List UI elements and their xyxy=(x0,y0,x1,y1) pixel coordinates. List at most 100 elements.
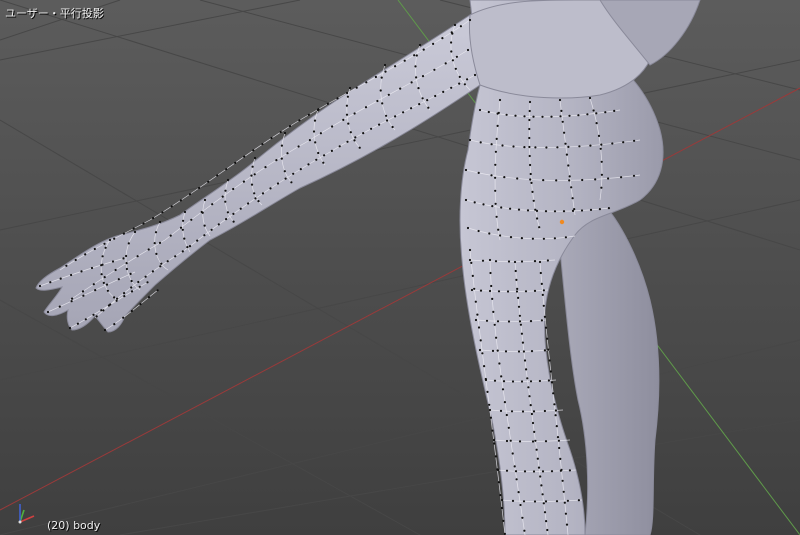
mesh-vertex xyxy=(611,142,614,145)
mesh-vertex xyxy=(519,323,523,326)
mesh-vertex xyxy=(542,237,546,240)
mesh-vertex xyxy=(181,228,184,231)
mesh-vertex xyxy=(570,186,573,189)
mesh-vertex xyxy=(261,143,264,146)
mesh-vertex xyxy=(111,260,115,263)
mesh-vertex xyxy=(600,143,603,146)
mesh-vertex xyxy=(253,156,257,160)
mesh-vertex xyxy=(284,177,287,180)
mesh-vertex xyxy=(559,115,562,118)
mesh-vertex xyxy=(345,104,348,107)
mesh-vertex xyxy=(493,379,497,382)
mesh-vertex xyxy=(221,195,224,198)
mesh-vertex xyxy=(510,410,514,413)
mesh-vertex xyxy=(511,452,514,455)
mesh-vertex xyxy=(307,163,310,166)
mesh-vertex xyxy=(450,41,453,44)
mesh-vertex xyxy=(580,209,584,212)
mesh-vertex xyxy=(546,528,549,532)
mesh-vertex xyxy=(139,303,142,306)
mesh-vertex xyxy=(600,186,603,189)
mesh-vertex xyxy=(529,380,533,383)
mesh-vertex xyxy=(49,281,52,284)
mesh-vertex xyxy=(477,326,481,329)
mesh-vertex xyxy=(622,141,625,144)
mesh-vertex xyxy=(158,220,162,224)
mesh-vertex xyxy=(538,260,542,264)
mesh-vertex xyxy=(544,210,548,213)
mesh-vertex xyxy=(65,264,68,267)
3d-viewport[interactable]: ユーザー・平行投影 (20) body xyxy=(0,0,800,535)
mesh-vertex xyxy=(503,401,506,404)
arm-mesh[interactable] xyxy=(35,14,481,333)
mesh-vertex xyxy=(512,145,515,148)
mesh-vertex xyxy=(488,289,492,293)
mesh-vertex xyxy=(84,253,87,256)
mesh-vertex xyxy=(494,163,497,166)
mesh-vertex xyxy=(290,181,293,184)
mesh-vertex xyxy=(158,241,162,244)
mesh-vertex xyxy=(345,113,349,116)
mesh-vertex xyxy=(505,439,509,443)
mesh-vertex xyxy=(313,119,317,122)
mesh-vertex xyxy=(132,227,135,230)
mesh-vertex xyxy=(489,271,492,275)
mesh-vertex xyxy=(182,219,185,222)
mesh-vertex xyxy=(432,42,435,46)
mesh-vertex xyxy=(517,491,520,494)
mesh-vertex xyxy=(101,263,104,266)
mesh-vertex xyxy=(515,290,519,293)
mesh-vertex xyxy=(521,410,525,413)
mesh-vertex xyxy=(523,529,526,532)
mesh-vertex xyxy=(520,332,524,335)
mesh-vertex xyxy=(58,305,61,308)
mesh-vertex xyxy=(470,261,473,264)
mesh-vertex xyxy=(154,231,158,234)
mesh-vertex xyxy=(566,499,570,502)
mesh-vertex xyxy=(312,130,316,133)
axis-gizmo-icon xyxy=(18,504,35,524)
selected-vertex[interactable] xyxy=(559,219,565,225)
mesh-vertex xyxy=(547,348,550,351)
mesh-vertex xyxy=(495,336,498,339)
mesh-vertex xyxy=(92,283,95,286)
mesh-vertex xyxy=(104,246,107,249)
mesh-vertex xyxy=(589,208,593,211)
mesh-vertex xyxy=(225,168,228,171)
mesh-vertex xyxy=(509,207,512,210)
mesh-vertex xyxy=(251,165,254,168)
mesh-vertex xyxy=(127,242,130,245)
mesh-vertex xyxy=(526,209,530,212)
mesh-vertex xyxy=(136,255,139,258)
mesh-vertex xyxy=(468,258,472,262)
mesh-vertex xyxy=(488,408,492,412)
mesh-vertex xyxy=(106,289,109,292)
mesh-vertex xyxy=(488,258,492,262)
mesh-vertex xyxy=(179,199,182,202)
mesh-vertex xyxy=(520,380,524,383)
mesh-vertex xyxy=(226,211,229,214)
mesh-vertex xyxy=(547,379,551,382)
mesh-vertex xyxy=(505,113,508,116)
mesh-vertex xyxy=(562,490,565,493)
mesh-vertex xyxy=(563,131,566,134)
mesh-vertex xyxy=(597,134,601,137)
viewport-scene[interactable] xyxy=(0,0,800,535)
mesh-vertex xyxy=(280,157,283,160)
mesh-vertex xyxy=(555,500,559,503)
mesh-vertex xyxy=(552,392,555,395)
mesh-vertex xyxy=(531,190,534,193)
mesh-vertex xyxy=(463,83,466,86)
mesh-vertex xyxy=(568,179,571,182)
mesh-vertex xyxy=(381,102,384,105)
mesh-vertex xyxy=(473,201,476,204)
mesh-vertex xyxy=(507,320,511,323)
mesh-vertex xyxy=(114,268,117,272)
mesh-vertex xyxy=(81,290,85,293)
mesh-vertex xyxy=(322,161,325,164)
mesh-vertex xyxy=(374,75,377,79)
mesh-vertex xyxy=(283,170,286,173)
mesh-vertex xyxy=(391,125,394,129)
mesh-vertex xyxy=(573,208,576,211)
mesh-vertex xyxy=(494,150,497,153)
